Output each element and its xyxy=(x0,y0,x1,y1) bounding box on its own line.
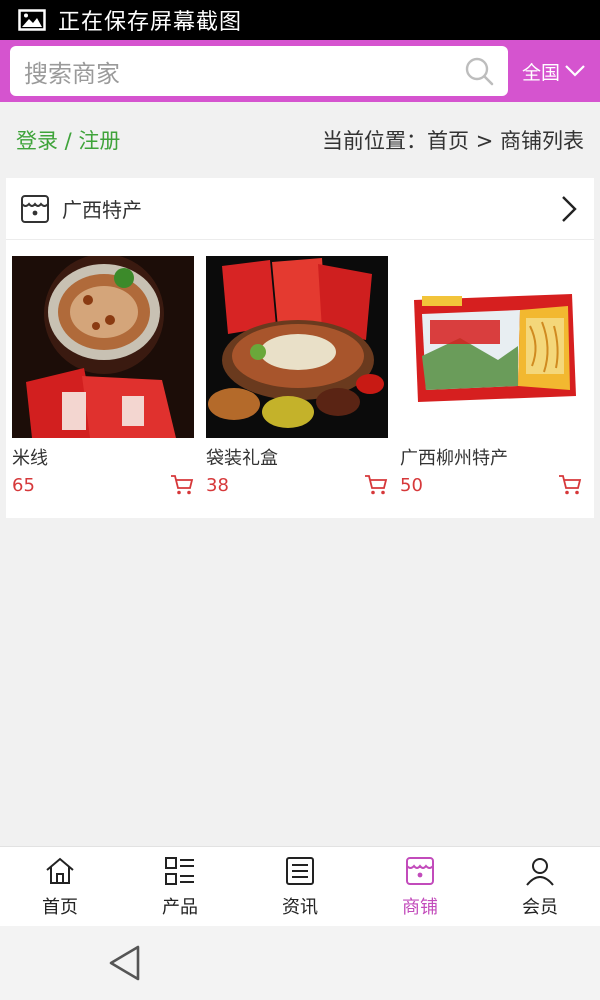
breadcrumb: 当前位置：首页 > 商铺列表 xyxy=(322,129,584,153)
bottom-nav: 首页 产品 资讯 商铺 会员 xyxy=(0,846,600,926)
news-icon xyxy=(286,856,314,885)
nav-label: 商铺 xyxy=(402,896,438,918)
status-bar: 正在保存屏幕截图 xyxy=(0,0,600,40)
header-bar: 搜索商家 全国 xyxy=(0,40,600,102)
cart-icon[interactable] xyxy=(364,474,388,496)
chevron-down-icon xyxy=(565,65,585,77)
back-icon[interactable] xyxy=(108,944,142,982)
search-box[interactable]: 搜索商家 xyxy=(10,46,508,96)
status-text: 正在保存屏幕截图 xyxy=(58,10,243,35)
home-icon xyxy=(46,857,74,884)
search-input[interactable]: 搜索商家 xyxy=(24,54,464,89)
nav-label: 资讯 xyxy=(282,896,318,918)
product-item[interactable]: 米线 65 xyxy=(12,256,194,498)
product-name: 广西柳州特产 xyxy=(400,448,508,469)
list-icon xyxy=(165,856,194,885)
shop-header[interactable]: 广西特产 xyxy=(6,178,594,240)
shop-card: 广西特产 米线 65 袋装礼盒 38 广西柳州特产 50 xyxy=(6,178,594,518)
breadcrumb-bar: 登录 / 注册 当前位置：首页 > 商铺列表 xyxy=(0,102,600,178)
system-nav-bar xyxy=(0,926,600,1000)
shop-name: 广西特产 xyxy=(62,198,142,222)
search-icon[interactable] xyxy=(464,56,494,86)
nav-label: 产品 xyxy=(162,896,198,918)
chevron-right-icon[interactable] xyxy=(558,194,580,224)
product-price: 65 xyxy=(12,474,35,496)
store-icon xyxy=(21,194,49,223)
nav-item-home[interactable]: 首页 xyxy=(0,847,120,926)
product-price: 50 xyxy=(400,474,423,496)
cart-icon[interactable] xyxy=(170,474,194,496)
product-list: 米线 65 袋装礼盒 38 广西柳州特产 50 xyxy=(6,240,594,498)
nav-item-member[interactable]: 会员 xyxy=(480,847,600,926)
store-icon xyxy=(406,856,434,885)
nav-label: 首页 xyxy=(42,896,78,918)
image-icon xyxy=(18,9,46,31)
nav-item-products[interactable]: 产品 xyxy=(120,847,240,926)
product-image[interactable] xyxy=(206,256,388,438)
region-selector[interactable]: 全国 xyxy=(522,58,586,85)
product-name: 米线 xyxy=(12,448,48,469)
product-name: 袋装礼盒 xyxy=(206,448,278,469)
product-price: 38 xyxy=(206,474,229,496)
product-image[interactable] xyxy=(400,256,582,438)
product-item[interactable]: 广西柳州特产 50 xyxy=(400,256,582,498)
nav-label: 会员 xyxy=(522,896,558,918)
nav-item-store[interactable]: 商铺 xyxy=(360,847,480,926)
cart-icon[interactable] xyxy=(558,474,582,496)
user-icon xyxy=(526,857,554,886)
nav-item-news[interactable]: 资讯 xyxy=(240,847,360,926)
login-register-link[interactable]: 登录 / 注册 xyxy=(16,125,120,155)
product-image[interactable] xyxy=(12,256,194,438)
region-label: 全国 xyxy=(522,61,561,84)
product-item[interactable]: 袋装礼盒 38 xyxy=(206,256,388,498)
